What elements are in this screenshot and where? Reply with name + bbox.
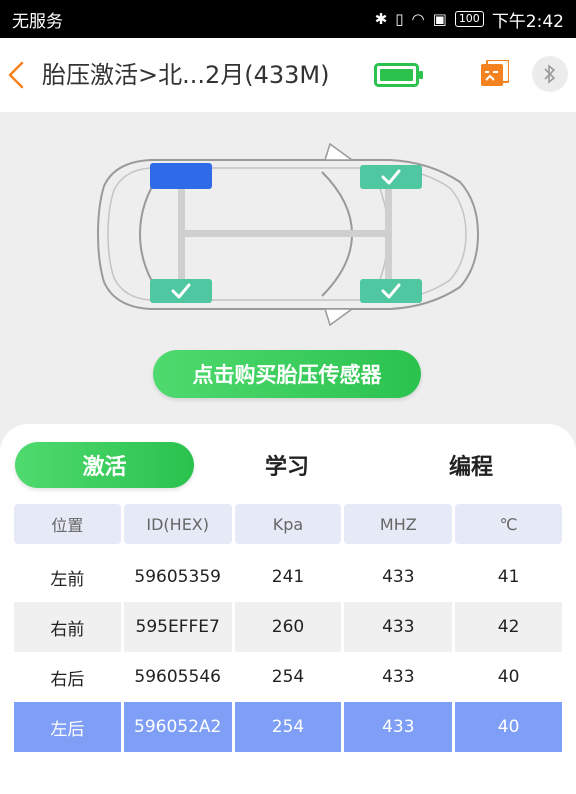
table-cell: 59605546	[134, 667, 221, 687]
column-header: ID(HEX)	[123, 504, 232, 544]
table-cell: 433	[382, 567, 415, 587]
table-cell: 596052A2	[123, 702, 232, 752]
battery-status: 100	[454, 11, 484, 27]
table-cell: 左前	[50, 569, 85, 590]
back-button[interactable]	[2, 57, 30, 93]
sensor-table: 位置 ID(HEX) Kpa MHZ ℃ 左前 59605359 241 433…	[14, 504, 562, 752]
carrier-label: 无服务	[12, 11, 63, 32]
table-cell: 40	[455, 702, 562, 752]
table-cell: 260	[234, 602, 342, 652]
status-bar: 无服务 ✱ ▯ ◠ ▣ 100 下午2:42	[0, 0, 576, 38]
table-cell: 左后	[14, 702, 121, 752]
bluetooth-status-icon: ✱	[374, 10, 388, 28]
table-cell: 41	[497, 567, 520, 587]
column-header: MHZ	[344, 504, 453, 544]
tab-activate[interactable]: 激活	[15, 442, 194, 488]
table-cell: 59605359	[134, 567, 221, 587]
column-header: 位置	[14, 504, 121, 544]
table-header: 位置 ID(HEX) Kpa MHZ ℃	[14, 504, 562, 544]
column-header: Kpa	[234, 504, 342, 544]
table-cell: 右后	[50, 669, 85, 690]
tab-program[interactable]: 编程	[416, 442, 526, 488]
table-cell: 433	[382, 667, 415, 687]
table-row[interactable]: 右前 595EFFE7 260 433 42	[14, 602, 562, 652]
table-body: 左前 59605359 241 433 41 右前 595EFFE7 260 4…	[14, 552, 562, 752]
car-diagram-area: 点击购买胎压传感器	[0, 112, 576, 452]
wifi-icon: ◠	[411, 10, 425, 28]
bluetooth-button[interactable]	[532, 56, 568, 92]
table-cell: 42	[455, 602, 562, 652]
table-cell: 254	[234, 702, 342, 752]
table-cell: 254	[271, 667, 305, 687]
table-row-selected[interactable]: 左后 596052A2 254 433 40	[14, 702, 562, 752]
table-cell: 595EFFE7	[123, 602, 232, 652]
status-icons: ✱ ▯ ◠ ▣ 100 下午2:42	[375, 7, 564, 32]
table-row[interactable]: 右后 59605546 254 433 40	[14, 652, 562, 702]
car-diagram	[96, 142, 480, 327]
bluetooth-icon	[544, 64, 556, 84]
buy-sensor-button[interactable]: 点击购买胎压传感器	[153, 350, 421, 398]
table-cell: 433	[344, 602, 453, 652]
clock: 下午2:42	[491, 11, 564, 32]
chevron-left-icon	[8, 61, 24, 89]
table-cell: 右前	[14, 602, 121, 652]
device-battery-icon	[374, 63, 423, 87]
column-header: ℃	[455, 504, 562, 544]
vibrate-icon: ▯	[395, 10, 404, 28]
function-panel: 激活 学习 编程 位置 ID(HEX) Kpa MHZ ℃ 左前 5960535…	[0, 424, 576, 794]
page-title: 胎压激活>北...2月(433M)	[42, 61, 330, 89]
sim-icon: ▣	[432, 10, 447, 28]
table-cell: 241	[271, 567, 305, 587]
table-cell: 433	[344, 702, 453, 752]
table-row[interactable]: 左前 59605359 241 433 41	[14, 552, 562, 602]
table-cell: 40	[497, 667, 520, 687]
app-header: 胎压激活>北...2月(433M)	[0, 38, 576, 112]
report-export-icon[interactable]	[481, 60, 509, 88]
tab-learn[interactable]: 学习	[232, 442, 342, 488]
